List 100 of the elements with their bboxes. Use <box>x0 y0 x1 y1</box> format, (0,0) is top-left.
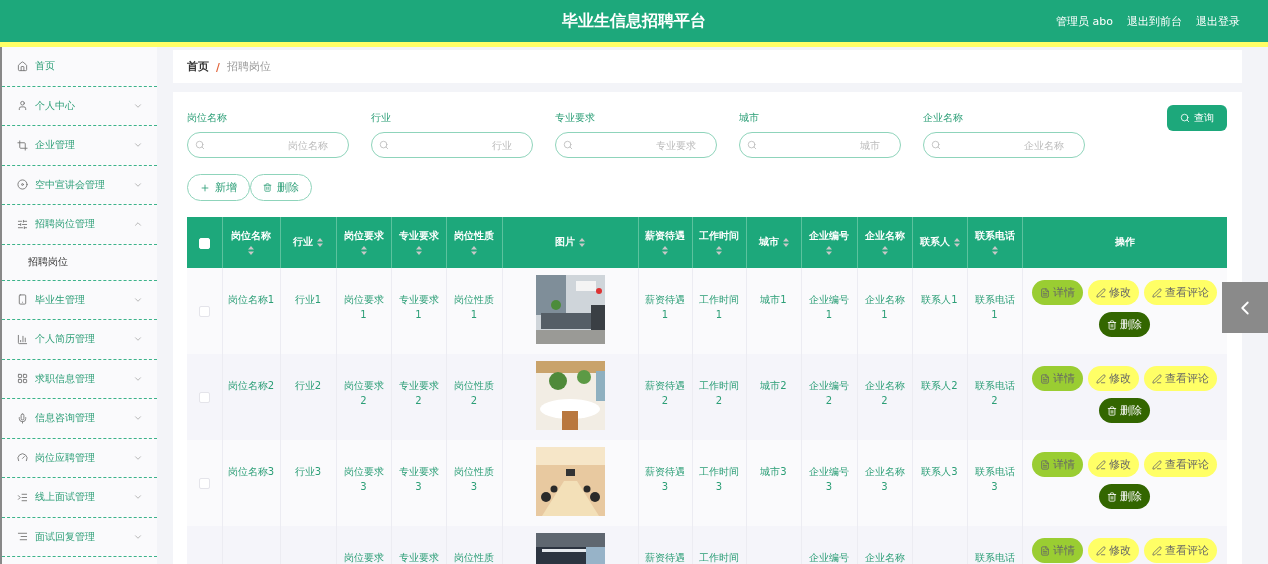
table-cell-text: 岗位名称2 <box>227 379 275 393</box>
plus-icon <box>200 182 210 193</box>
sort-icon[interactable] <box>782 238 789 247</box>
sort-icon[interactable] <box>471 246 477 255</box>
edit-button[interactable]: 修改 <box>1088 366 1139 391</box>
sidebar-item[interactable]: 空中宣讲会管理 <box>2 165 157 205</box>
edit-button[interactable]: 修改 <box>1088 280 1139 305</box>
sort-icon[interactable] <box>317 238 323 247</box>
breadcrumb-link[interactable]: 首页 <box>187 59 209 74</box>
table-cell-text: 岗位性质3 <box>453 465 495 494</box>
table-cell-text: 工作时间3 <box>698 465 740 494</box>
sort-icon[interactable] <box>248 246 254 255</box>
table-cell-text: 联系电话3 <box>973 465 1016 494</box>
column-header[interactable]: 岗位要求 <box>336 217 391 268</box>
sort-icon[interactable] <box>716 246 722 255</box>
edit-button[interactable]: 查看评论 <box>1144 366 1217 391</box>
table-cell-text: 企业名称1 <box>863 293 906 322</box>
table-cell-text: 薪资待遇 <box>645 551 685 564</box>
align-icon <box>17 531 28 543</box>
trash-icon <box>1107 405 1117 416</box>
table-cell-text: 岗位性质2 <box>453 379 495 408</box>
edit-button[interactable]: 修改 <box>1088 452 1139 477</box>
column-header[interactable]: 城市 <box>746 217 801 268</box>
sidebar-item[interactable]: 首页 <box>2 47 157 87</box>
table-cell-text: 联系电话2 <box>973 379 1016 408</box>
table-cell-text: 联系人2 <box>921 379 958 393</box>
user-icon <box>17 100 28 112</box>
pen-icon <box>1152 545 1162 556</box>
header-link[interactable]: 管理员 abo <box>1056 13 1113 29</box>
header-link[interactable]: 退出登录 <box>1196 13 1240 29</box>
column-header[interactable]: 行业 <box>280 217 336 268</box>
column-header[interactable]: 工作时间 <box>692 217 746 268</box>
sort-icon[interactable] <box>881 246 888 255</box>
column-header[interactable]: 专业要求 <box>391 217 446 268</box>
column-header[interactable]: 图片 <box>502 217 638 268</box>
search-icon <box>931 140 941 150</box>
detail-button[interactable]: 详情 <box>1032 280 1083 305</box>
column-header[interactable]: 岗位名称 <box>222 217 280 268</box>
column-header[interactable]: 企业名称 <box>857 217 912 268</box>
delete-button[interactable]: 删除 <box>1099 312 1150 337</box>
sidebar-item[interactable]: 信息咨询管理 <box>2 399 157 439</box>
delete-button[interactable]: 删除 <box>250 174 312 201</box>
sidebar-item[interactable]: 求职信息管理 <box>2 359 157 399</box>
sidebar-item[interactable]: 招聘岗位管理 <box>2 205 157 245</box>
table-cell-text: 工作时间 <box>699 551 739 564</box>
table-cell-text: 城市2 <box>760 379 787 393</box>
search-field[interactable]: 岗位名称 <box>187 132 349 158</box>
sidebar-item[interactable]: 企业管理 <box>2 126 157 166</box>
search-field[interactable]: 专业要求 <box>555 132 717 158</box>
sort-icon[interactable] <box>415 246 422 255</box>
search-field[interactable]: 企业名称 <box>923 132 1085 158</box>
sort-icon[interactable] <box>953 238 960 247</box>
pen-icon <box>1096 459 1106 470</box>
edit-button[interactable]: 修改 <box>1088 538 1139 563</box>
table-cell-text: 薪资待遇3 <box>644 465 686 494</box>
checkbox[interactable] <box>198 305 210 317</box>
search-field[interactable]: 行业 <box>371 132 533 158</box>
sidebar-item[interactable]: 面试回复管理 <box>2 517 157 557</box>
sidebar-item[interactable]: 个人简历管理 <box>2 320 157 360</box>
edit-button[interactable]: 查看评论 <box>1144 452 1217 477</box>
table-cell-text: 岗位性质 <box>454 551 494 564</box>
table-cell-text: 薪资待遇1 <box>644 293 686 322</box>
edit-button[interactable]: 查看评论 <box>1144 538 1217 563</box>
column-header[interactable]: 薪资待遇 <box>638 217 692 268</box>
query-button[interactable]: 查询 <box>1167 105 1227 131</box>
column-header[interactable]: 岗位性质 <box>446 217 502 268</box>
delete-button[interactable]: 删除 <box>1099 398 1150 423</box>
sort-icon[interactable] <box>662 246 668 255</box>
table-cell-text: 城市1 <box>760 293 787 307</box>
checkbox[interactable] <box>198 477 210 489</box>
collapse-tab[interactable] <box>1222 282 1268 333</box>
sort-icon[interactable] <box>826 246 832 255</box>
checkbox[interactable] <box>198 391 210 403</box>
header-link[interactable]: 退出到前台 <box>1127 13 1182 29</box>
detail-button[interactable]: 详情 <box>1032 538 1083 563</box>
field-label: 岗位名称 <box>187 112 228 125</box>
sidebar-item[interactable]: 毕业生管理 <box>2 280 157 320</box>
delete-button[interactable]: 删除 <box>1099 484 1150 509</box>
sliders-icon <box>17 218 28 230</box>
column-header[interactable]: 联系电话 <box>967 217 1022 268</box>
sort-icon[interactable] <box>991 246 998 255</box>
search-field[interactable]: 城市 <box>739 132 901 158</box>
pen-icon <box>1152 373 1162 384</box>
table-cell-text: 企业名称3 <box>863 465 906 494</box>
sort-icon[interactable] <box>579 238 585 247</box>
sidebar-item[interactable]: 个人中心 <box>2 86 157 126</box>
sidebar-item[interactable]: 线上面试管理 <box>2 478 157 518</box>
detail-button[interactable]: 详情 <box>1032 452 1083 477</box>
table-cell-text: 企业编号3 <box>808 465 850 494</box>
add-button[interactable]: 新增 <box>187 174 250 201</box>
sidebar-item[interactable]: 岗位应聘管理 <box>2 438 157 478</box>
table-cell-text: 专业要求3 <box>397 465 440 494</box>
breadcrumb-current: 招聘岗位 <box>226 59 271 74</box>
detail-button[interactable]: 详情 <box>1032 366 1083 391</box>
sort-icon[interactable] <box>360 246 367 255</box>
sidebar-subitem[interactable]: 招聘岗位 <box>2 244 157 281</box>
table-cell-text: 联系电话1 <box>973 293 1016 322</box>
column-header[interactable]: 企业编号 <box>801 217 857 268</box>
edit-button[interactable]: 查看评论 <box>1144 280 1217 305</box>
column-header[interactable]: 联系人 <box>912 217 967 268</box>
